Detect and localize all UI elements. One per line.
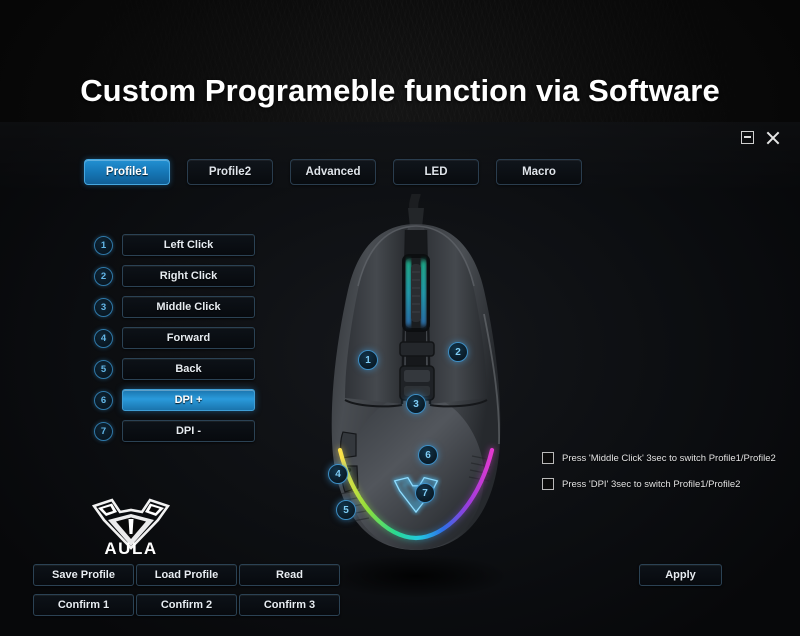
apply-button[interactable]: Apply [639,564,722,586]
assignment-button-middle-click[interactable]: Middle Click [122,296,255,318]
close-icon [766,130,781,145]
aula-logo: AULA [76,490,186,558]
option-label: Press 'DPI' 3sec to switch Profile1/Prof… [562,478,741,490]
tab-profile2[interactable]: Profile2 [187,159,273,185]
assignment-row: 4 Forward [94,325,255,351]
minimize-icon [740,130,754,144]
assignment-row: 5 Back [94,356,255,382]
tab-bar: Profile1 Profile2 Advanced LED Macro [84,159,582,185]
save-profile-button[interactable]: Save Profile [33,564,134,586]
assignment-button-back[interactable]: Back [122,358,255,380]
load-profile-button[interactable]: Load Profile [136,564,237,586]
assignment-button-dpi-down[interactable]: DPI - [122,420,255,442]
assignment-number-badge: 3 [94,297,113,317]
assignment-row: 7 DPI - [94,418,255,444]
tab-label: Profile2 [208,166,252,178]
mouse-callout-2: 2 [448,342,468,362]
assignment-number-badge: 7 [94,421,113,441]
tab-label: Macro [522,166,556,178]
option-dpi-switch[interactable]: Press 'DPI' 3sec to switch Profile1/Prof… [542,478,776,490]
option-label: Press 'Middle Click' 3sec to switch Prof… [562,452,776,464]
assignment-row: 2 Right Click [94,263,255,289]
read-button[interactable]: Read [239,564,340,586]
mouse-illustration: 1 2 3 4 5 6 7 [296,194,536,614]
tab-label: Profile1 [105,166,149,178]
confirm-3-button[interactable]: Confirm 3 [239,594,340,616]
mouse-callout-1: 1 [358,350,378,370]
assignment-button-dpi-up[interactable]: DPI + [122,389,255,411]
assignment-number-badge: 2 [94,266,113,286]
assignment-button-left-click[interactable]: Left Click [122,234,255,256]
assignment-number-badge: 6 [94,390,113,410]
page-title: Custom Programeble function via Software [80,73,720,108]
assignment-number-badge: 1 [94,235,113,255]
mouse-callout-7: 7 [415,483,435,503]
tab-macro[interactable]: Macro [496,159,582,185]
checkbox-middle-click-switch[interactable] [542,452,554,464]
assignment-row: 3 Middle Click [94,294,255,320]
footer-button-grid: Save Profile Load Profile Read Confirm 1… [33,564,340,616]
close-button[interactable] [764,128,782,146]
software-window: Profile1 Profile2 Advanced LED Macro 1 L… [0,122,800,636]
tab-led[interactable]: LED [393,159,479,185]
apply-button-wrap: Apply [639,564,722,586]
tab-label: Advanced [305,166,361,178]
tab-advanced[interactable]: Advanced [290,159,376,185]
aula-wordmark: AULA [104,539,157,556]
mouse-callout-3: 3 [406,394,426,414]
window-controls [738,128,782,146]
profile-switch-options: Press 'Middle Click' 3sec to switch Prof… [542,452,776,490]
title-banner: Custom Programeble function via Software [0,60,800,122]
assignment-button-forward[interactable]: Forward [122,327,255,349]
assignment-row: 1 Left Click [94,232,255,258]
aula-emblem-icon: AULA [91,498,171,558]
button-assignment-list: 1 Left Click 2 Right Click 3 Middle Clic… [94,232,255,444]
confirm-2-button[interactable]: Confirm 2 [136,594,237,616]
tab-profile1[interactable]: Profile1 [84,159,170,185]
assignment-number-badge: 4 [94,328,113,348]
confirm-1-button[interactable]: Confirm 1 [33,594,134,616]
assignment-number-badge: 5 [94,359,113,379]
checkbox-dpi-switch[interactable] [542,478,554,490]
mouse-callout-6: 6 [418,445,438,465]
tab-label: LED [424,166,448,178]
option-middle-click-switch[interactable]: Press 'Middle Click' 3sec to switch Prof… [542,452,776,464]
assignment-row: 6 DPI + [94,387,255,413]
mouse-callout-4: 4 [328,464,348,484]
mouse-callout-5: 5 [336,500,356,520]
assignment-button-right-click[interactable]: Right Click [122,265,255,287]
minimize-button[interactable] [738,128,756,146]
